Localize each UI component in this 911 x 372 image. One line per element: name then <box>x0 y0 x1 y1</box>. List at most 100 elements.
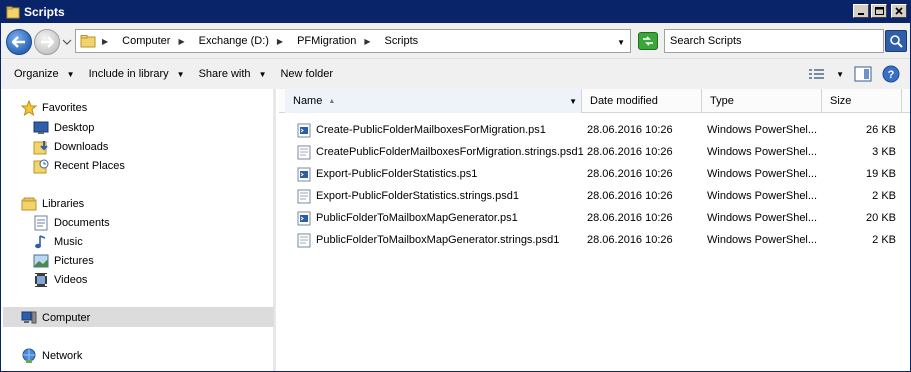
nav-libraries[interactable]: Libraries <box>21 194 84 213</box>
file-row[interactable]: PublicFolderToMailboxMapGenerator.string… <box>297 229 897 251</box>
window-controls <box>853 4 907 18</box>
file-date: 28.06.2016 10:26 <box>587 146 673 158</box>
column-filter-dropdown-icon[interactable]: ▼ <box>569 97 577 106</box>
file-name: Create-PublicFolderMailboxesForMigration… <box>316 124 546 136</box>
file-row[interactable]: Create-PublicFolderMailboxesForMigration… <box>297 119 897 141</box>
nav-label: Computer <box>42 311 91 324</box>
breadcrumb-scripts[interactable]: Scripts <box>385 35 419 47</box>
minimize-icon <box>858 13 864 15</box>
arrow-right-icon <box>41 36 54 48</box>
file-row[interactable]: Export-PublicFolderStatistics.strings.ps… <box>297 185 897 207</box>
file-row[interactable]: CreatePublicFolderMailboxesForMigration.… <box>297 141 897 163</box>
nav-music[interactable]: Music <box>33 232 83 251</box>
nav-network[interactable]: Network <box>21 346 82 365</box>
powershell-script-icon <box>297 211 311 225</box>
column-label: Date modified <box>590 95 658 107</box>
forward-button[interactable] <box>34 29 60 55</box>
file-row[interactable]: Export-PublicFolderStatistics.ps1 28.06.… <box>297 163 897 185</box>
file-name: Export-PublicFolderStatistics.ps1 <box>316 168 478 180</box>
videos-icon <box>33 272 49 288</box>
file-size: 3 KB <box>872 146 896 158</box>
column-header-name[interactable]: Name ▲ ▼ <box>285 89 582 113</box>
nav-videos[interactable]: Videos <box>33 270 87 289</box>
breadcrumb-label: Computer <box>122 35 171 47</box>
close-icon <box>895 7 903 15</box>
breadcrumb-separator[interactable]: ▶ <box>364 37 376 46</box>
address-history-dropdown-icon[interactable]: ▼ <box>617 38 625 47</box>
pictures-icon <box>33 253 49 269</box>
back-button[interactable] <box>6 29 32 55</box>
search-icon <box>890 35 903 48</box>
share-with-menu[interactable]: Share with ▼ <box>192 59 274 89</box>
nav-recent-places[interactable]: Recent Places <box>33 156 125 175</box>
network-icon <box>21 348 37 364</box>
nav-pictures[interactable]: Pictures <box>33 251 94 270</box>
file-size: 19 KB <box>866 168 896 180</box>
file-name: PublicFolderToMailboxMapGenerator.ps1 <box>316 212 518 224</box>
file-size: 20 KB <box>866 212 896 224</box>
column-label: Name <box>293 95 323 107</box>
maximize-icon <box>874 7 884 15</box>
libraries-icon <box>21 196 37 212</box>
powershell-data-icon <box>297 189 311 203</box>
nav-favorites[interactable]: Favorites <box>21 98 87 117</box>
powershell-data-icon <box>297 145 311 159</box>
nav-label: Pictures <box>54 254 94 267</box>
nav-documents[interactable]: Documents <box>33 213 110 232</box>
column-header-date-modified[interactable]: Date modified <box>582 89 702 113</box>
breadcrumb-label: Scripts <box>384 35 419 47</box>
file-list: Name ▲ ▼ Date modified Type Size Create-… <box>279 89 910 371</box>
chevron-right-icon: ▶ <box>276 36 284 46</box>
chevron-right-icon: ▶ <box>364 36 371 46</box>
file-type: Windows PowerShel... <box>707 168 818 180</box>
file-type: Windows PowerShel... <box>707 212 818 224</box>
address-bar[interactable]: ▶ Computer ▶ Exchange (D:) ▶ PFMigration… <box>75 29 631 53</box>
nav-label: Desktop <box>54 121 95 134</box>
help-icon[interactable]: ? <box>882 65 900 83</box>
powershell-script-icon <box>297 123 311 137</box>
nav-downloads[interactable]: Downloads <box>33 137 108 156</box>
nav-computer[interactable]: Computer <box>21 308 90 327</box>
breadcrumb-root-arrow[interactable]: ▶ <box>102 37 114 46</box>
refresh-button[interactable] <box>638 32 658 50</box>
music-icon <box>33 234 49 250</box>
file-row[interactable]: PublicFolderToMailboxMapGenerator.ps1 28… <box>297 207 897 229</box>
close-button[interactable] <box>891 4 907 18</box>
file-type: Windows PowerShel... <box>707 146 818 158</box>
explorer-window: Scripts ▶ Computer ▶ Exchange (D:) ▶ PFM… <box>0 0 911 372</box>
include-in-library-menu[interactable]: Include in library ▼ <box>82 59 192 89</box>
recent-pages-dropdown-icon[interactable] <box>62 37 72 47</box>
title-bar: Scripts <box>1 1 910 23</box>
breadcrumb-computer[interactable]: Computer <box>122 35 170 47</box>
nav-label: Downloads <box>54 140 109 153</box>
preview-pane-icon[interactable] <box>854 66 872 82</box>
nav-label: Recent Places <box>54 159 125 172</box>
maximize-button[interactable] <box>871 4 887 18</box>
search-input[interactable]: Search Scripts <box>664 29 884 53</box>
column-header-type[interactable]: Type <box>702 89 822 113</box>
nav-desktop[interactable]: Desktop <box>33 118 94 137</box>
nav-label: Favorites <box>42 101 88 114</box>
nav-label: Network <box>42 349 83 362</box>
file-date: 28.06.2016 10:26 <box>587 234 673 246</box>
breadcrumb-separator[interactable]: ▶ <box>277 37 289 46</box>
view-controls: ▼ ? <box>808 65 900 83</box>
breadcrumb-pfmigration[interactable]: PFMigration <box>297 35 356 47</box>
breadcrumb-separator[interactable]: ▶ <box>178 37 190 46</box>
column-headers: Name ▲ ▼ Date modified Type Size <box>279 89 910 113</box>
file-type: Windows PowerShel... <box>707 124 818 136</box>
address-row: ▶ Computer ▶ Exchange (D:) ▶ PFMigration… <box>1 23 910 59</box>
downloads-folder-icon <box>33 139 49 155</box>
chevron-down-icon: ▼ <box>66 69 75 79</box>
svg-text:?: ? <box>888 69 895 81</box>
minimize-button[interactable] <box>853 4 869 18</box>
new-folder-button[interactable]: New folder <box>273 59 340 89</box>
view-details-icon[interactable] <box>808 67 826 81</box>
view-options-dropdown-icon[interactable]: ▼ <box>836 70 844 79</box>
column-header-size[interactable]: Size <box>822 89 902 113</box>
search-button[interactable] <box>885 30 907 52</box>
organize-menu[interactable]: Organize ▼ <box>7 59 82 89</box>
window-title: Scripts <box>24 5 65 19</box>
chevron-down-icon: ▼ <box>176 69 185 79</box>
breadcrumb-exchange-drive[interactable]: Exchange (D:) <box>199 35 269 47</box>
